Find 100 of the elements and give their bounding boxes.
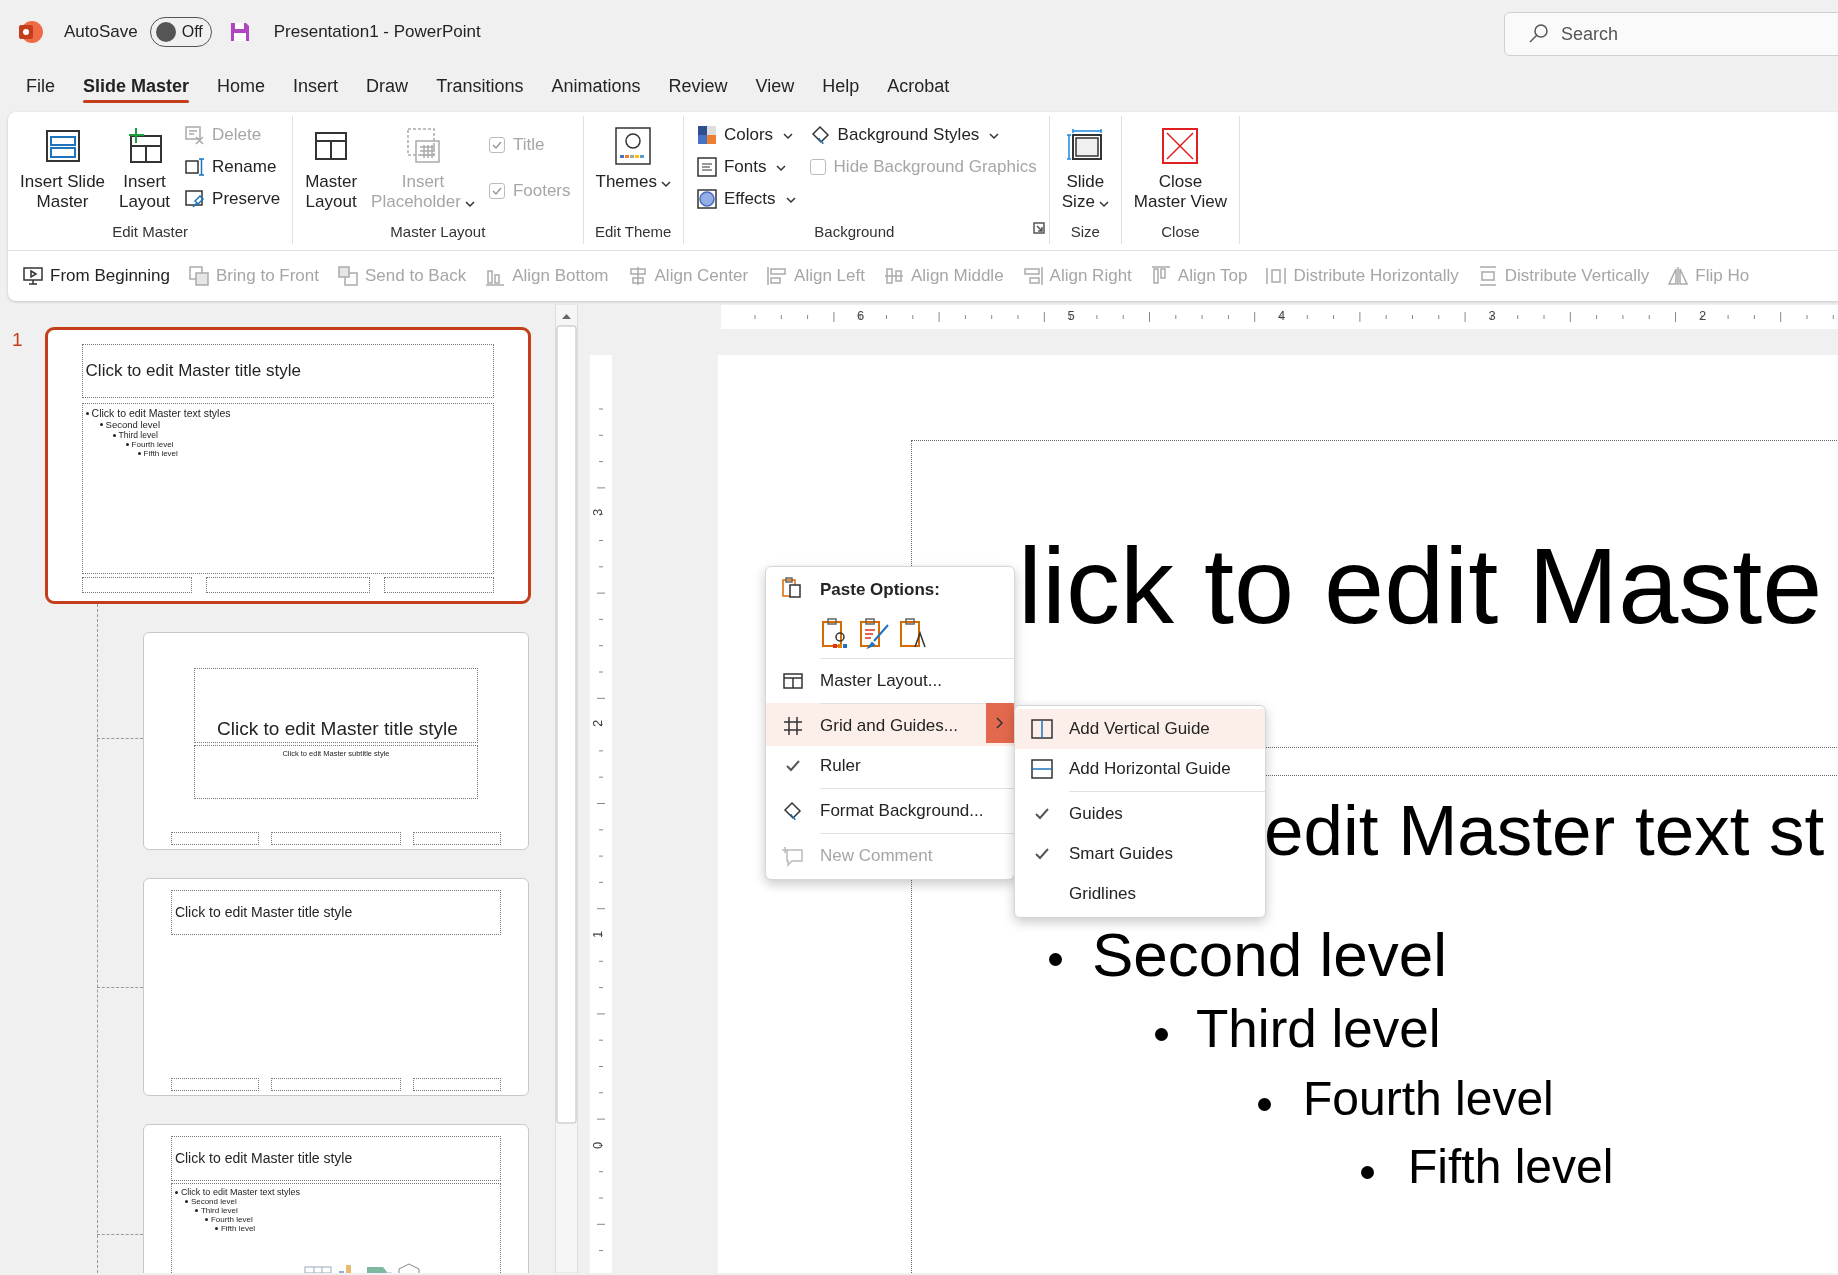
ribbon-tab[interactable]: Review (654, 67, 742, 103)
slide-thumbnail[interactable]: Click to edit Master title style Click to edit Master text styles Second level Third level Fourth level Fifth level (143, 1124, 529, 1273)
presentation-icon (22, 265, 44, 287)
app-logo-icon (17, 19, 43, 45)
ribbon-button[interactable]: Themes (591, 122, 675, 223)
ribbon-button[interactable]: Effects (691, 186, 800, 212)
placeholder-text: Fourth level (210, 1215, 253, 1225)
ribbon-tab[interactable]: Insert (279, 67, 353, 103)
checkmark-icon (490, 139, 503, 151)
body-text: edit Master text st (1264, 792, 1825, 871)
ribbon-button[interactable]: Background Styles (805, 122, 1041, 148)
ribbon-tab[interactable]: Home (203, 67, 280, 103)
ruler-label: 4 (1278, 308, 1286, 323)
theme-icon (613, 126, 654, 166)
pin-icon (184, 188, 207, 210)
body-text: Third level (1196, 1000, 1441, 1059)
ribbon-tab[interactable]: Help (808, 67, 874, 103)
ruler-label: 6 (857, 308, 865, 323)
menu-item[interactable]: Add Vertical Guide (1015, 709, 1265, 749)
menu-item[interactable]: Ruler (766, 746, 1014, 786)
menu-item[interactable]: Format Background... (766, 788, 1014, 831)
bullet-dot (112, 433, 116, 437)
text-lines-icon (695, 156, 718, 178)
paste-option-button[interactable] (898, 617, 928, 649)
delete-icon (184, 124, 207, 146)
bullet-dot (204, 1218, 208, 1222)
checkbox-label: Hide Background Graphics (833, 157, 1037, 177)
bullet-dot (214, 1227, 218, 1231)
ruler-label: 3 (590, 508, 606, 517)
align-left-icon (766, 265, 789, 287)
ribbon-tab[interactable]: File (12, 67, 69, 103)
color-palette-icon (695, 124, 718, 146)
ribbon-button[interactable]: Preserve (180, 186, 285, 212)
comment-icon (782, 845, 804, 867)
ribbon-button[interactable]: Master Layout (301, 122, 362, 223)
flip-icon (1667, 265, 1690, 287)
checkbox-label: Title (512, 135, 545, 155)
chevron-icon (776, 164, 787, 172)
clipboard-icon (780, 575, 804, 600)
ribbon-tab[interactable]: Acrobat (873, 67, 964, 103)
menu-item[interactable]: Smart Guides (1015, 834, 1265, 874)
bullet-dot (1361, 1165, 1374, 1179)
placeholder-text: Second level (190, 1197, 237, 1207)
ribbon-tab[interactable]: Slide Master (69, 67, 204, 103)
bullet-dot (1155, 1027, 1168, 1041)
chevron-right-icon (995, 716, 1005, 730)
rename-icon (184, 156, 207, 178)
ribbon-button[interactable]: Slide Size (1057, 122, 1113, 223)
search-icon (1528, 23, 1550, 45)
ruler-label: 3 (1488, 308, 1496, 323)
ribbon-button[interactable]: Rename (180, 154, 285, 180)
align-middle-icon (883, 265, 905, 287)
bullet-dot (125, 443, 129, 447)
bullet-dot (99, 423, 103, 427)
menu-item[interactable]: Grid and Guides... (766, 703, 1014, 746)
ruler-label: 0 (590, 1141, 606, 1150)
layers-icon (337, 265, 359, 287)
slide-thumbnail[interactable]: Click to edit Master title style Click to edit Master text styles Second level Third level Fourth level Fifth level (45, 327, 531, 604)
bullet-dot (184, 1200, 188, 1204)
placeholder-text: Fourth level (131, 440, 174, 450)
clipboard-brush-icon (858, 617, 890, 649)
ribbon-tab[interactable]: Draw (352, 67, 423, 103)
toolbar-button[interactable]: From Beginning (22, 265, 170, 287)
ribbon-button[interactable]: Close Master View (1129, 122, 1232, 223)
ribbon-tab[interactable]: Transitions (422, 67, 538, 103)
ribbon-button[interactable]: Insert Slide Master (16, 122, 110, 223)
paste-option-button[interactable] (858, 617, 890, 649)
menu-item[interactable]: Guides (1015, 791, 1265, 834)
ribbon-button[interactable]: Colors (691, 122, 800, 148)
checkmark-icon (490, 185, 503, 197)
ribbon-button[interactable]: Fonts (691, 154, 800, 180)
horizontal-guide-icon (1030, 758, 1054, 780)
ruler-label: 1 (590, 930, 606, 939)
placeholder-text: Third level (118, 430, 158, 441)
group-label: Master Layout (390, 223, 486, 242)
placeholder-text: Click to edit Master text styles (91, 407, 231, 420)
placeholder-text: Fifth level (220, 1224, 256, 1234)
ribbon-tab[interactable]: Animations (537, 67, 655, 103)
menu-item[interactable]: Gridlines (1015, 874, 1265, 914)
distribute-horizontal-icon (1265, 265, 1288, 287)
body-text: Second level (1092, 921, 1448, 990)
layers-icon (188, 265, 210, 287)
paste-option-button[interactable] (820, 617, 850, 649)
scrollbar[interactable] (555, 304, 578, 1273)
slide-thumbnail[interactable]: Click to edit Master title style (143, 878, 529, 1096)
placeholder-text: Click to edit Master text styles (180, 1187, 300, 1198)
menu-item[interactable]: Add Horizontal Guide (1015, 749, 1265, 789)
placeholder-text: Click to edit Master title style (217, 718, 458, 741)
ribbon-tab[interactable]: View (741, 67, 809, 103)
menu-item[interactable]: Master Layout... (766, 658, 1014, 701)
body-text: Fourth level (1303, 1073, 1554, 1126)
bullet-dot (137, 452, 141, 456)
slide-number: 1 (12, 329, 23, 351)
search-field[interactable]: Search (1504, 12, 1838, 56)
placeholder-text: Third level (200, 1206, 238, 1216)
autosave-label: AutoSave (64, 22, 138, 42)
chevron-icon (660, 179, 671, 188)
clipboard-icon (820, 617, 850, 649)
ribbon-button[interactable]: Insert Layout (115, 122, 175, 223)
chevron-icon (783, 132, 794, 140)
